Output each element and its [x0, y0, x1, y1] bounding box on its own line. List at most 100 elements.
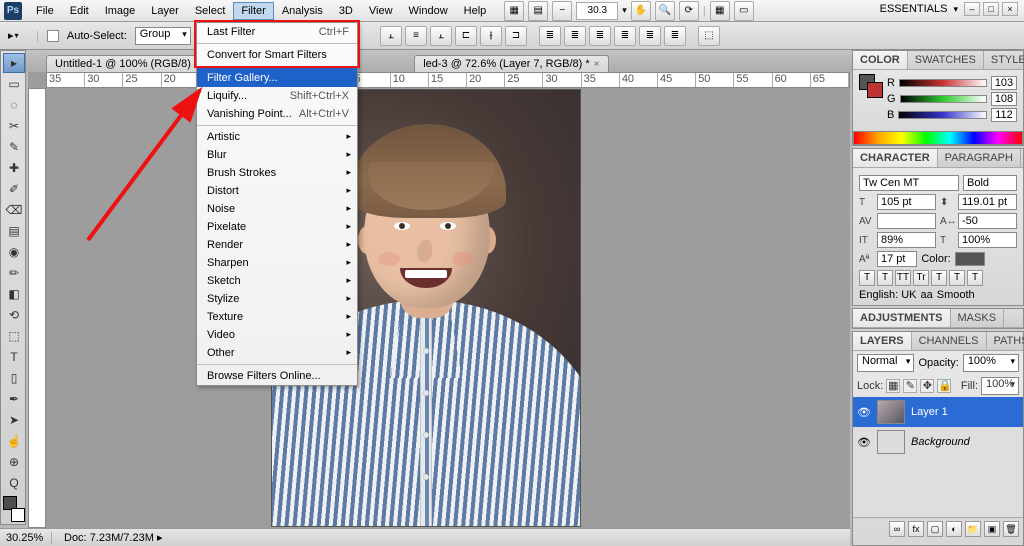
tool-5[interactable]: ✚ — [3, 158, 25, 178]
tool-3[interactable]: ✂ — [3, 116, 25, 136]
g-slider[interactable] — [900, 95, 987, 103]
panel-tab-color[interactable]: COLOR — [853, 51, 908, 69]
menu-filter[interactable]: Filter — [233, 2, 273, 20]
tool-15[interactable]: ▯ — [3, 368, 25, 388]
align-bottom-icon[interactable]: ⫠ — [430, 26, 452, 46]
text-style-btn-6[interactable]: T — [967, 270, 983, 286]
layer-row[interactable]: 👁Layer 1 — [853, 397, 1023, 427]
menu-item-liquify[interactable]: Liquify...Shift+Ctrl+X — [197, 87, 357, 105]
close-button[interactable]: × — [1002, 2, 1018, 16]
menu-window[interactable]: Window — [401, 2, 456, 20]
close-tab-icon[interactable]: × — [594, 59, 600, 70]
tool-0[interactable]: ▸ — [3, 53, 25, 73]
layer-mask-icon[interactable]: ▢ — [927, 521, 943, 537]
screen-mode-icon[interactable]: ▭ — [734, 1, 754, 21]
tool-7[interactable]: ⌫ — [3, 200, 25, 220]
workspace-switcher[interactable]: ESSENTIALS — [880, 3, 948, 15]
tool-9[interactable]: ◉ — [3, 242, 25, 262]
language-dropdown[interactable]: English: UK — [859, 289, 916, 301]
tool-11[interactable]: ◧ — [3, 284, 25, 304]
menu-help[interactable]: Help — [456, 2, 495, 20]
fill-field[interactable]: 100% — [981, 377, 1019, 395]
maximize-button[interactable]: □ — [983, 2, 999, 16]
tool-17[interactable]: ➤ — [3, 410, 25, 430]
document-tab[interactable]: led-3 @ 72.6% (Layer 7, RGB/8) * × — [414, 55, 608, 72]
tool-2[interactable]: ◌ — [3, 95, 25, 115]
lock-position-icon[interactable]: ✥ — [920, 379, 934, 393]
layer-name[interactable]: Layer 1 — [911, 406, 948, 418]
rotate-view-icon[interactable]: ⟳ — [679, 1, 699, 21]
layer-thumbnail[interactable] — [877, 400, 905, 424]
arrange-docs-icon[interactable]: ▦ — [710, 1, 730, 21]
panel-tab-masks[interactable]: MASKS — [951, 309, 1005, 327]
menu-item-other[interactable]: Other▸ — [197, 344, 357, 362]
tool-12[interactable]: ⟲ — [3, 305, 25, 325]
menu-item-last-filter[interactable]: Last FilterCtrl+F — [197, 23, 357, 41]
g-value[interactable]: 108 — [991, 92, 1017, 106]
launch-bridge-icon[interactable]: ▦ — [504, 1, 524, 21]
menu-item-pixelate[interactable]: Pixelate▸ — [197, 218, 357, 236]
align-top-icon[interactable]: ⫠ — [380, 26, 402, 46]
text-style-btn-3[interactable]: Tr — [913, 270, 929, 286]
layer-thumbnail[interactable] — [877, 430, 905, 454]
dist-right-icon[interactable]: ≣ — [664, 26, 686, 46]
panel-tab-character[interactable]: CHARACTER — [853, 149, 938, 167]
text-style-btn-5[interactable]: T — [949, 270, 965, 286]
fg-bg-color[interactable] — [3, 496, 25, 522]
auto-select-checkbox[interactable] — [47, 30, 59, 42]
tool-10[interactable]: ✏ — [3, 263, 25, 283]
menu-item-brush-strokes[interactable]: Brush Strokes▸ — [197, 164, 357, 182]
tool-13[interactable]: ⬚ — [3, 326, 25, 346]
new-layer-icon[interactable]: ▣ — [984, 521, 1000, 537]
tool-14[interactable]: T — [3, 347, 25, 367]
text-style-btn-4[interactable]: T — [931, 270, 947, 286]
dist-top-icon[interactable]: ≣ — [539, 26, 561, 46]
tool-18[interactable]: ☝ — [3, 431, 25, 451]
status-zoom[interactable]: 30.25% — [6, 532, 52, 544]
font-family-dropdown[interactable]: Tw Cen MT — [859, 175, 959, 191]
minimize-button[interactable]: – — [964, 2, 980, 16]
font-style-dropdown[interactable]: Bold — [963, 175, 1017, 191]
dist-bottom-icon[interactable]: ≣ — [589, 26, 611, 46]
layer-name[interactable]: Background — [911, 436, 970, 448]
tool-1[interactable]: ▭ — [3, 74, 25, 94]
dist-hmid-icon[interactable]: ≣ — [639, 26, 661, 46]
font-size-field[interactable]: 105 pt — [877, 194, 936, 210]
align-left-icon[interactable]: ⊏ — [455, 26, 477, 46]
layer-row[interactable]: 👁Background — [853, 427, 1023, 457]
auto-align-icon[interactable]: ⬚ — [698, 26, 720, 46]
panel-tab-channels[interactable]: CHANNELS — [912, 332, 987, 350]
panel-tab-swatches[interactable]: SWATCHES — [908, 51, 984, 69]
link-layers-icon[interactable]: ∞ — [889, 521, 905, 537]
tool-20[interactable]: Q — [3, 473, 25, 493]
menu-item-sharpen[interactable]: Sharpen▸ — [197, 254, 357, 272]
document-tab[interactable]: Untitled-1 @ 100% (RGB/8) * × — [46, 55, 217, 72]
color-spectrum[interactable] — [853, 131, 1023, 145]
zoom-out-icon[interactable]: − — [552, 1, 572, 21]
hscale-field[interactable]: 100% — [958, 232, 1017, 248]
menu-view[interactable]: View — [361, 2, 401, 20]
tool-8[interactable]: ▤ — [3, 221, 25, 241]
b-value[interactable]: 112 — [991, 108, 1017, 122]
align-hmid-icon[interactable]: ⫲ — [480, 26, 502, 46]
menu-item-filter-gallery[interactable]: Filter Gallery... — [197, 66, 357, 87]
dist-left-icon[interactable]: ≣ — [614, 26, 636, 46]
text-style-btn-2[interactable]: TT — [895, 270, 911, 286]
leading-field[interactable]: 119.01 pt — [958, 194, 1017, 210]
auto-select-target-dropdown[interactable]: Group — [135, 27, 191, 45]
tool-16[interactable]: ✒ — [3, 389, 25, 409]
b-slider[interactable] — [898, 111, 987, 119]
panel-tab-paths[interactable]: PATHS — [987, 332, 1024, 350]
align-vmid-icon[interactable]: ≡ — [405, 26, 427, 46]
adjustment-layer-icon[interactable]: ◐ — [946, 521, 962, 537]
menu-item-browse-filters-online[interactable]: Browse Filters Online... — [197, 364, 357, 385]
kerning-field[interactable] — [877, 213, 936, 229]
zoom-tool-icon[interactable]: 🔍 — [655, 1, 675, 21]
menu-layer[interactable]: Layer — [143, 2, 187, 20]
text-style-btn-0[interactable]: T — [859, 270, 875, 286]
menu-image[interactable]: Image — [97, 2, 144, 20]
vscale-field[interactable]: 89% — [877, 232, 936, 248]
menu-item-artistic[interactable]: Artistic▸ — [197, 125, 357, 146]
tool-6[interactable]: ✐ — [3, 179, 25, 199]
blend-mode-dropdown[interactable]: Normal — [857, 354, 914, 372]
